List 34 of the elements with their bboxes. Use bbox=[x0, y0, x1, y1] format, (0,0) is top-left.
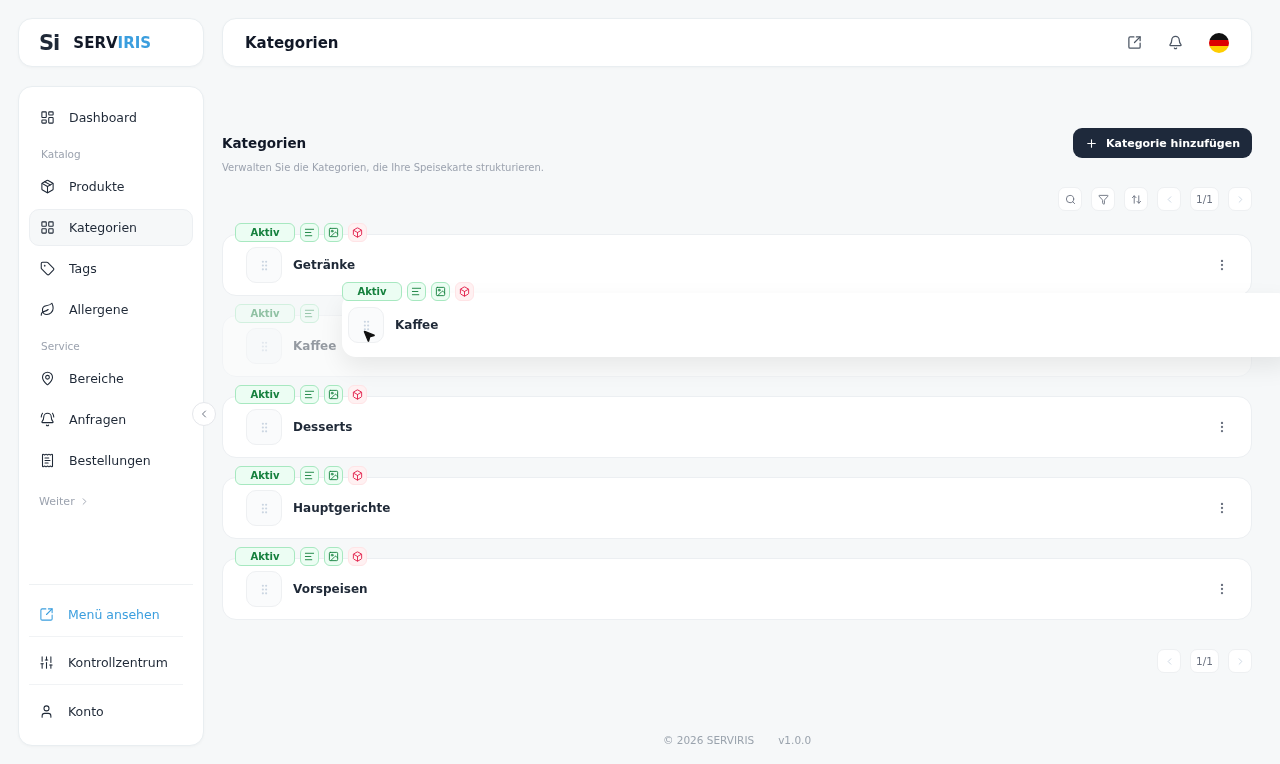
status-badge: Aktiv bbox=[235, 304, 295, 323]
status-badge: Aktiv bbox=[235, 223, 295, 242]
category-name: Getränke bbox=[293, 258, 356, 272]
sidebar-item[interactable]: Kategorien bbox=[29, 209, 193, 246]
status-badge: Aktiv bbox=[235, 547, 295, 566]
logo-mark: Si bbox=[39, 30, 60, 55]
section-label: Katalog bbox=[40, 147, 82, 162]
sidebar-item[interactable]: Tags bbox=[29, 250, 193, 287]
category-name: Kaffee bbox=[293, 339, 337, 353]
status-badge: Aktiv bbox=[235, 385, 295, 404]
category-name: Vorspeisen bbox=[293, 582, 368, 596]
sidebar-item[interactable]: Bestellungen bbox=[29, 442, 193, 479]
sidebar-item[interactable]: Kontrollzentrum bbox=[29, 641, 183, 685]
brand-name: SERVIRIS bbox=[73, 33, 152, 52]
category-name: Desserts bbox=[293, 420, 353, 434]
category-name: Hauptgerichte bbox=[293, 501, 391, 515]
page-title: Kategorien bbox=[222, 135, 307, 151]
header-title: Kategorien bbox=[245, 33, 340, 52]
sidebar-item[interactable]: Allergene bbox=[29, 291, 193, 328]
version-text: v1.0.0 bbox=[778, 734, 812, 746]
add-category-button[interactable]: Kategorie hinzufügen bbox=[1072, 128, 1252, 158]
sidebar-item[interactable]: Produkte bbox=[29, 168, 193, 205]
sidebar-item[interactable]: Dashboard bbox=[29, 99, 193, 136]
category-name: Kaffee bbox=[395, 318, 439, 332]
copyright-text: © 2026 SERVIRIS bbox=[662, 734, 755, 746]
status-badge: Aktiv bbox=[342, 282, 402, 301]
section-label: Service bbox=[40, 339, 81, 354]
sidebar-item[interactable]: Bereiche bbox=[29, 360, 193, 397]
page-indicator[interactable]: 1/1 bbox=[1190, 187, 1219, 211]
page-subtitle: Verwalten Sie die Kategorien, die Ihre Speisekarte strukturieren. bbox=[222, 162, 545, 173]
page-indicator[interactable]: 1/1 bbox=[1190, 649, 1219, 673]
sidebar-item[interactable]: Konto bbox=[29, 689, 183, 733]
status-badge: Aktiv bbox=[235, 466, 295, 485]
sidebar-item[interactable]: Anfragen bbox=[29, 401, 193, 438]
